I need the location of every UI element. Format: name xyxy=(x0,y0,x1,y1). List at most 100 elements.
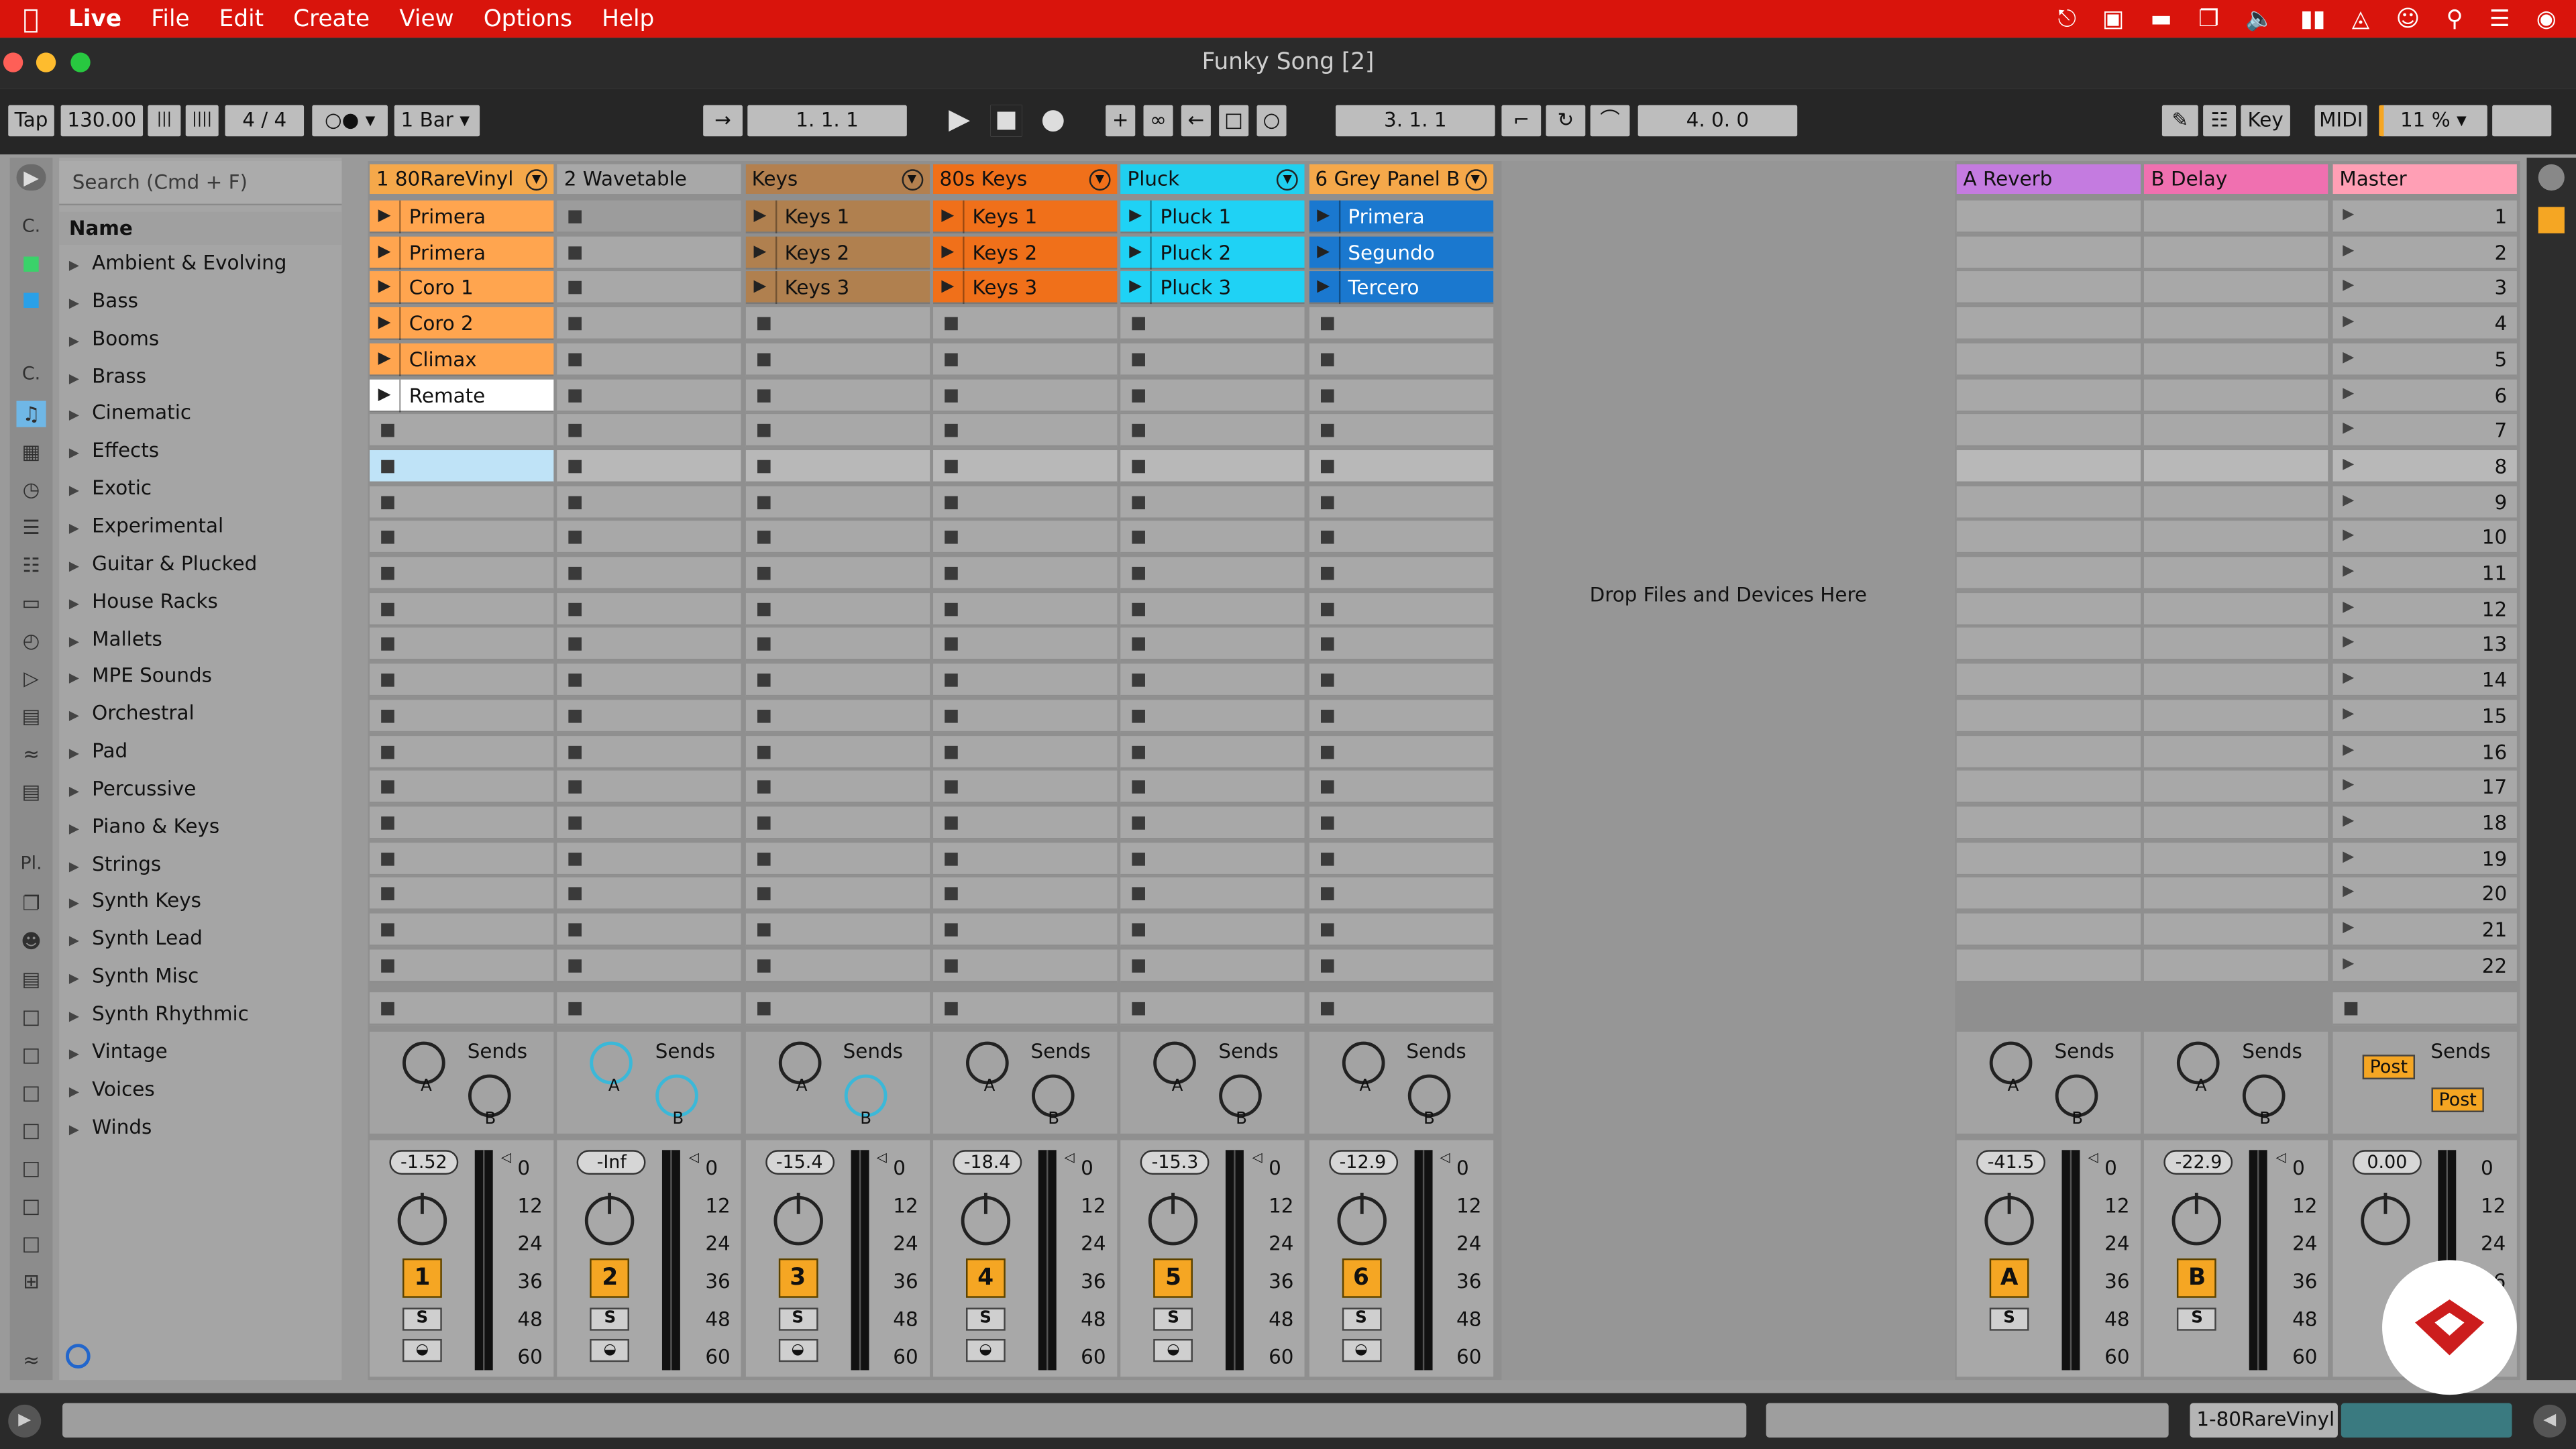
browser-item[interactable]: ▶ Mallets xyxy=(69,622,162,655)
empty-clip-slot[interactable] xyxy=(745,343,930,376)
drums-category-icon[interactable]: ▦ xyxy=(16,439,46,465)
stop-clip-icon[interactable] xyxy=(569,460,582,474)
empty-clip-slot[interactable] xyxy=(1308,913,1493,947)
volume-fader-icon[interactable]: ◁ xyxy=(877,1150,887,1165)
empty-clip-slot[interactable] xyxy=(1120,343,1305,376)
empty-clip-slot[interactable] xyxy=(370,521,554,555)
stop-clip-icon[interactable] xyxy=(1320,531,1334,545)
scene-launch[interactable]: ▶ 7 xyxy=(2332,414,2517,447)
stop-clip-icon[interactable] xyxy=(756,1002,770,1016)
empty-clip-slot[interactable] xyxy=(1308,735,1493,768)
scene-launch-icon[interactable]: ▶ xyxy=(2343,492,2354,508)
loop-switch-icon[interactable]: ↻ xyxy=(1546,105,1586,137)
stop-clip-icon[interactable] xyxy=(1132,709,1146,723)
volume-fader-icon[interactable]: ◁ xyxy=(1252,1150,1263,1165)
empty-clip-slot[interactable] xyxy=(557,663,742,697)
browser-item[interactable]: ▶ Pad xyxy=(69,735,127,767)
volume-field[interactable]: -41.5 xyxy=(1976,1150,2046,1175)
empty-clip-slot[interactable] xyxy=(557,272,742,305)
clip-slot[interactable]: ▶ Pluck 3 xyxy=(1120,272,1305,305)
solo-button[interactable]: S xyxy=(777,1307,818,1331)
scene-launch[interactable]: ▶ 4 xyxy=(2332,307,2517,341)
stop-clip-icon[interactable] xyxy=(756,780,770,794)
stop-clip-icon[interactable] xyxy=(944,780,958,794)
keyboard-icon[interactable]: ☷ xyxy=(2203,105,2237,137)
master-pan-knob[interactable] xyxy=(2361,1192,2410,1246)
stop-clip-icon[interactable] xyxy=(381,888,394,901)
clip-slot[interactable]: ▶ Primera xyxy=(370,200,554,233)
scene-launch[interactable]: ▶ 20 xyxy=(2332,877,2517,911)
follow-icon[interactable]: → xyxy=(703,105,743,137)
browser-search-input[interactable]: Search (Cmd + F) xyxy=(59,161,342,206)
clip-play-icon[interactable]: ▶ xyxy=(370,200,401,233)
stop-clip-icon[interactable] xyxy=(381,816,394,830)
stop-clip-icon[interactable] xyxy=(1320,388,1334,402)
empty-clip-slot[interactable] xyxy=(932,877,1118,911)
monitor-icon[interactable]: ◒ xyxy=(1341,1338,1381,1362)
stop-clip-icon[interactable] xyxy=(1320,674,1334,687)
empty-clip-slot[interactable] xyxy=(370,449,554,483)
window-icon[interactable]: ❐ xyxy=(2198,6,2219,32)
expand-arrow-icon[interactable]: ▶ xyxy=(69,513,92,545)
menu-live[interactable]: Live xyxy=(68,6,121,32)
time-signature-field[interactable]: 4 / 4 xyxy=(225,105,305,137)
stop-clip-icon[interactable] xyxy=(756,424,770,437)
clip-slot[interactable]: ▶ Keys 2 xyxy=(932,235,1118,269)
empty-clip-slot[interactable] xyxy=(557,842,742,875)
punch-in-icon[interactable]: ⌐ xyxy=(1501,105,1542,137)
clip-play-icon[interactable]: ▶ xyxy=(1121,200,1152,233)
stop-clip-icon[interactable] xyxy=(569,281,582,295)
track-activator-button[interactable]: 1 xyxy=(402,1258,442,1298)
empty-clip-slot[interactable] xyxy=(370,771,554,804)
scene-launch[interactable]: ▶ 9 xyxy=(2332,485,2517,519)
empty-clip-slot[interactable] xyxy=(1120,414,1305,447)
empty-clip-slot[interactable] xyxy=(1308,343,1493,376)
expand-arrow-icon[interactable]: ▶ xyxy=(69,325,92,358)
empty-clip-slot[interactable] xyxy=(932,592,1118,626)
detail-view-toggle-icon[interactable]: ▶ xyxy=(8,1404,42,1438)
overdub-icon[interactable]: + xyxy=(1106,105,1136,137)
folder-4-icon[interactable]: □ xyxy=(16,1117,46,1143)
scene-launch-icon[interactable]: ▶ xyxy=(2343,670,2354,686)
empty-clip-slot[interactable] xyxy=(557,949,742,982)
volume-field[interactable]: -15.3 xyxy=(1140,1150,1210,1175)
stop-clip-icon[interactable] xyxy=(1132,923,1146,936)
audio-effects-category-icon[interactable]: ☰ xyxy=(16,515,46,541)
stop-clip-icon[interactable] xyxy=(1132,852,1146,865)
stop-clip-icon[interactable] xyxy=(569,638,582,651)
stop-clip-icon[interactable] xyxy=(1320,923,1334,936)
stop-clip-icon[interactable] xyxy=(756,388,770,402)
stop-clip-icon[interactable] xyxy=(1320,852,1334,865)
empty-clip-slot[interactable] xyxy=(932,628,1118,661)
volume-field[interactable]: -12.9 xyxy=(1328,1150,1397,1175)
empty-clip-slot[interactable] xyxy=(932,735,1118,768)
clip-play-icon[interactable]: ▶ xyxy=(370,343,401,376)
expand-arrow-icon[interactable]: ▶ xyxy=(69,1113,92,1146)
empty-clip-slot[interactable] xyxy=(745,592,930,626)
expand-arrow-icon[interactable]: ▶ xyxy=(69,738,92,771)
solo-button[interactable]: S xyxy=(965,1307,1006,1331)
empty-clip-slot[interactable] xyxy=(370,699,554,733)
empty-clip-slot[interactable] xyxy=(557,449,742,483)
empty-clip-slot[interactable] xyxy=(745,414,930,447)
stop-clip-icon[interactable] xyxy=(1132,816,1146,830)
scene-launch[interactable]: ▶ 19 xyxy=(2332,842,2517,875)
scene-launch[interactable]: ▶ 18 xyxy=(2332,806,2517,840)
empty-clip-slot[interactable] xyxy=(932,949,1118,982)
user-icon[interactable]: ☺ xyxy=(2396,6,2420,32)
empty-clip-slot[interactable] xyxy=(1308,449,1493,483)
clip-view-toggle-icon[interactable]: ◀ xyxy=(2533,1404,2567,1438)
solo-button[interactable]: S xyxy=(402,1307,442,1331)
empty-clip-slot[interactable] xyxy=(1308,663,1493,697)
stop-clip-icon[interactable] xyxy=(944,638,958,651)
browser-item[interactable]: ▶ Synth Keys xyxy=(69,885,201,918)
samples-category-icon[interactable]: ▤ xyxy=(16,703,46,729)
scene-launch[interactable]: ▶ 15 xyxy=(2332,699,2517,733)
solo-button[interactable]: S xyxy=(2177,1307,2217,1331)
empty-clip-slot[interactable] xyxy=(932,663,1118,697)
clip-play-icon[interactable]: ▶ xyxy=(1121,235,1152,269)
empty-clip-slot[interactable] xyxy=(1308,877,1493,911)
expand-arrow-icon[interactable]: ▶ xyxy=(69,287,92,320)
folder-7-icon[interactable]: □ xyxy=(16,1230,46,1256)
empty-clip-slot[interactable] xyxy=(1120,557,1305,590)
